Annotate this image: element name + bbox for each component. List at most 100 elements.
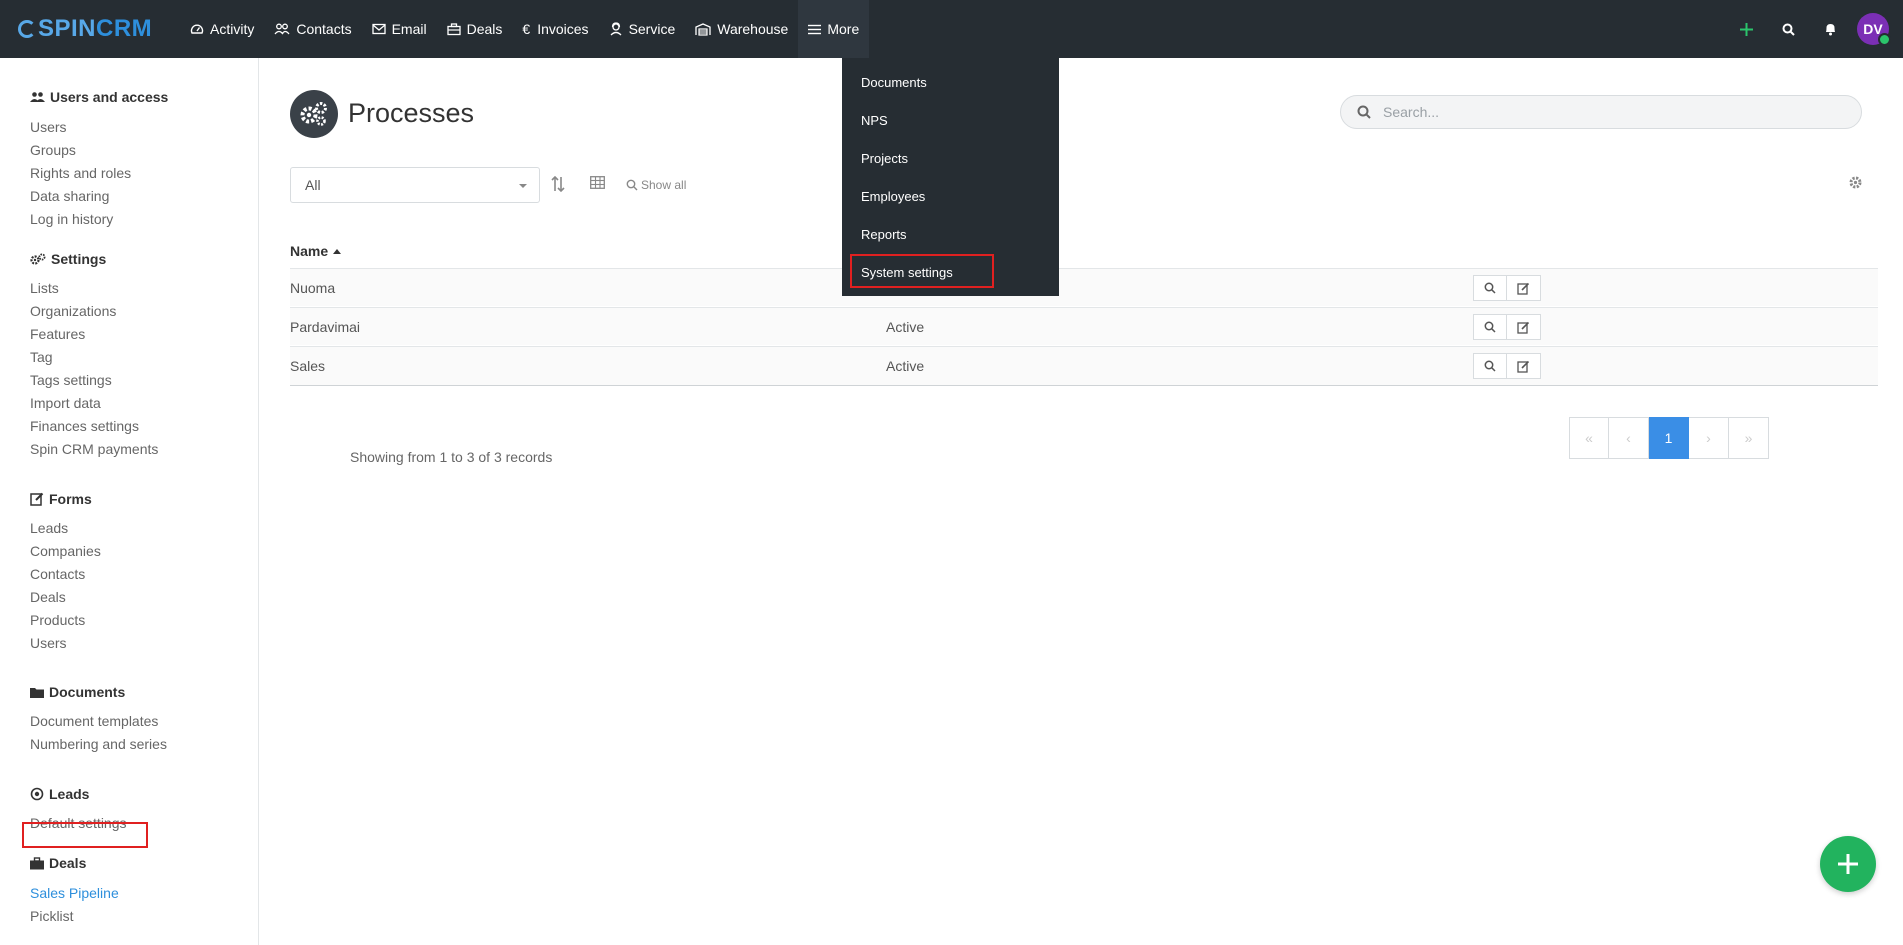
plus-icon [1838, 854, 1858, 874]
plus-icon [1739, 22, 1753, 36]
edit-button[interactable] [1507, 353, 1541, 379]
quick-add-button[interactable] [1725, 0, 1767, 58]
edit-icon [1517, 360, 1530, 373]
menu-item-nps[interactable]: NPS [861, 113, 888, 128]
users-icon [274, 23, 290, 35]
column-header-name[interactable]: Name [290, 243, 342, 259]
sidebar-item-rights-roles[interactable]: Rights and roles [30, 165, 131, 181]
sidebar-item-document-templates[interactable]: Document templates [30, 713, 158, 729]
nav-activity[interactable]: Activity [180, 0, 264, 58]
nav-warehouse-label: Warehouse [717, 21, 789, 37]
row-status: Active [886, 358, 925, 374]
nav-invoices[interactable]: € Invoices [512, 0, 598, 58]
users-icon [30, 92, 45, 102]
nav-activity-label: Activity [210, 21, 255, 37]
notifications-button[interactable] [1809, 0, 1851, 58]
sidebar-group-title: Users and access [50, 89, 169, 105]
sidebar-item-users[interactable]: Users [30, 119, 67, 135]
nav-warehouse[interactable]: Warehouse [685, 0, 798, 58]
nav-service-label: Service [628, 21, 676, 37]
first-page-button[interactable]: « [1569, 417, 1609, 459]
target-icon [30, 787, 44, 801]
top-navigation-bar: SPIN CRM Activity Contacts Email Deals € … [0, 0, 1903, 58]
filter-select[interactable]: All [290, 167, 540, 203]
page-number-button[interactable]: 1 [1649, 417, 1689, 459]
search-icon [1357, 105, 1371, 119]
sidebar-item-tag[interactable]: Tag [30, 349, 53, 365]
sidebar-item-picklist[interactable]: Picklist [30, 908, 74, 924]
table-settings-button[interactable] [1848, 175, 1863, 195]
view-button[interactable] [1473, 353, 1507, 379]
sidebar-item-tags-settings[interactable]: Tags settings [30, 372, 112, 388]
menu-item-reports[interactable]: Reports [861, 227, 907, 242]
table-row[interactable]: Pardavimai Active [290, 307, 1878, 345]
sort-ascending-icon [333, 248, 342, 254]
edit-button[interactable] [1507, 314, 1541, 340]
show-all-link[interactable]: Show all [626, 178, 686, 192]
system-settings-highlight-box [850, 254, 994, 288]
filter-select-value: All [305, 177, 321, 193]
sidebar-group-documents: Documents [30, 684, 125, 700]
nav-service[interactable]: Service [599, 0, 686, 58]
records-count-text: Showing from 1 to 3 of 3 records [350, 449, 553, 465]
sidebar-item-form-companies[interactable]: Companies [30, 543, 101, 559]
view-button[interactable] [1473, 275, 1507, 301]
prev-page-button[interactable]: ‹ [1609, 417, 1649, 459]
sidebar-item-form-contacts[interactable]: Contacts [30, 566, 85, 582]
nav-more[interactable]: More [798, 0, 870, 58]
sidebar-item-form-leads[interactable]: Leads [30, 520, 68, 536]
sidebar-item-lists[interactable]: Lists [30, 280, 59, 296]
sidebar-group-users-access: Users and access [30, 89, 168, 105]
sidebar-item-features[interactable]: Features [30, 326, 85, 342]
table-row[interactable]: Sales Active [290, 346, 1878, 386]
search-icon [1484, 360, 1496, 372]
nav-deals[interactable]: Deals [437, 0, 513, 58]
sidebar-group-settings: Settings [30, 251, 106, 267]
row-status: Active [886, 319, 925, 335]
sidebar-group-title: Documents [49, 684, 126, 700]
global-search-button[interactable] [1767, 0, 1809, 58]
sidebar-item-sales-pipeline[interactable]: Sales Pipeline [30, 885, 119, 901]
spincrm-logo[interactable]: SPIN CRM [18, 14, 152, 44]
sidebar-group-deals: Deals [30, 855, 86, 871]
sidebar-group-title: Settings [51, 251, 107, 267]
sidebar-item-data-sharing[interactable]: Data sharing [30, 188, 109, 204]
nav-deals-label: Deals [466, 21, 503, 37]
sidebar-item-form-deals[interactable]: Deals [30, 589, 66, 605]
envelope-icon [371, 23, 386, 35]
nav-email[interactable]: Email [362, 0, 437, 58]
last-page-button[interactable]: » [1729, 417, 1769, 459]
search-input[interactable] [1381, 103, 1825, 121]
row-name: Sales [290, 358, 326, 374]
sidebar-item-finances-settings[interactable]: Finances settings [30, 418, 139, 434]
sidebar-item-form-users[interactable]: Users [30, 635, 67, 651]
table-row[interactable]: Nuoma [290, 268, 1878, 306]
row-actions [1473, 314, 1541, 340]
cogs-icon [30, 253, 46, 265]
settings-sidebar: Users and access Users Groups Rights and… [0, 58, 259, 945]
edit-button[interactable] [1507, 275, 1541, 301]
sidebar-item-numbering-series[interactable]: Numbering and series [30, 736, 167, 752]
menu-item-documents[interactable]: Documents [861, 75, 927, 90]
sidebar-item-spin-crm-payments[interactable]: Spin CRM payments [30, 441, 158, 457]
view-button[interactable] [1473, 314, 1507, 340]
menu-icon [808, 24, 822, 34]
user-avatar[interactable]: DV [1857, 13, 1891, 46]
nav-contacts[interactable]: Contacts [264, 0, 361, 58]
more-dropdown-menu: Documents NPS Projects Employees Reports… [842, 58, 1059, 296]
next-page-button[interactable]: › [1689, 417, 1729, 459]
search-field[interactable] [1340, 95, 1862, 129]
menu-item-projects[interactable]: Projects [861, 151, 908, 166]
sidebar-item-groups[interactable]: Groups [30, 142, 76, 158]
sidebar-item-login-history[interactable]: Log in history [30, 211, 113, 227]
sort-toggle-button[interactable] [551, 176, 565, 192]
nav-more-label: More [827, 21, 860, 37]
menu-item-employees[interactable]: Employees [861, 189, 925, 204]
column-header-name-label: Name [290, 243, 329, 259]
sidebar-item-import-data[interactable]: Import data [30, 395, 101, 411]
sidebar-item-form-products[interactable]: Products [30, 612, 85, 628]
add-process-fab-button[interactable] [1820, 836, 1876, 892]
sidebar-item-organizations[interactable]: Organizations [30, 303, 116, 319]
table-view-button[interactable] [590, 176, 605, 189]
search-icon [1782, 23, 1795, 36]
